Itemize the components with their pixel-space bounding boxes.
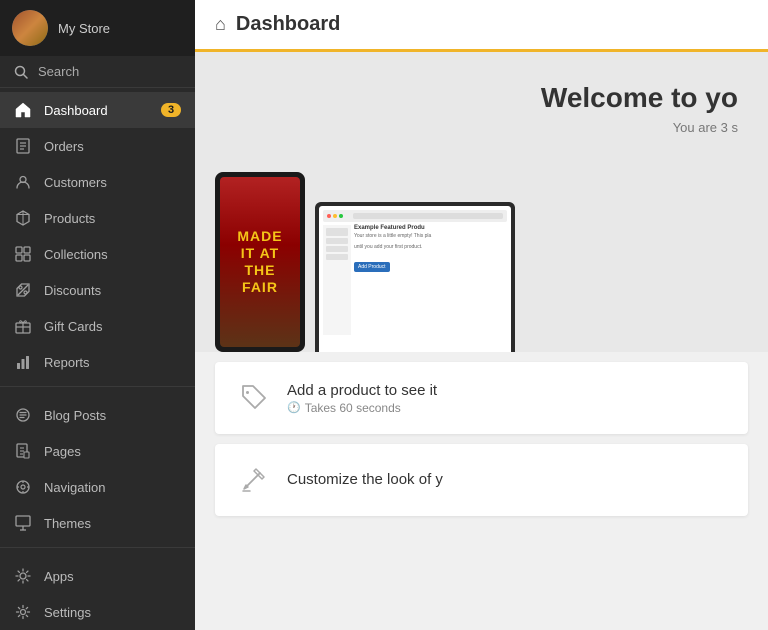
- store-name: My Store: [58, 21, 110, 36]
- sidebar-item-label-pages: Pages: [44, 444, 81, 459]
- laptop-device: Example Featured Produ Your store is a l…: [315, 202, 515, 352]
- laptop-product-title: Example Featured Produ: [354, 225, 507, 231]
- card-subtitle-add-product: Takes 60 seconds: [305, 401, 401, 415]
- laptop-screen-header: [323, 210, 507, 222]
- search-row[interactable]: Search: [0, 56, 195, 88]
- topbar-title: Dashboard: [236, 13, 340, 36]
- sidebar: My Store Search Dashboard 3: [0, 0, 195, 630]
- themes-icon: [14, 514, 32, 532]
- avatar: [12, 10, 48, 46]
- card-sub-add-product: 🕐 Takes 60 seconds: [287, 401, 728, 415]
- sidebar-item-label-blog-posts: Blog Posts: [44, 408, 106, 423]
- cards-area: Add a product to see it 🕐 Takes 60 secon…: [195, 362, 768, 526]
- sidebar-item-apps[interactable]: Apps: [0, 558, 195, 594]
- sidebar-item-label-themes: Themes: [44, 516, 91, 531]
- laptop-main-mock: Example Featured Produ Your store is a l…: [354, 225, 507, 335]
- sidebar-item-label-products: Products: [44, 211, 95, 226]
- sidebar-item-customers[interactable]: Customers: [0, 164, 195, 200]
- topbar-home-icon: ⌂: [215, 14, 226, 35]
- sidebar-item-products[interactable]: Products: [0, 200, 195, 236]
- sidebar-item-label-reports: Reports: [44, 355, 90, 370]
- card-title-add-product: Add a product to see it: [287, 382, 728, 399]
- apps-icon: [14, 567, 32, 585]
- laptop-screen: Example Featured Produ Your store is a l…: [319, 206, 511, 352]
- welcome-banner: Welcome to yo You are 3 s MADEIT ATTHEFA…: [195, 52, 768, 352]
- clock-icon-add-product: 🕐: [287, 401, 301, 414]
- card-title-customize: Customize the look of y: [287, 471, 728, 488]
- sidebar-item-themes[interactable]: Themes: [0, 505, 195, 541]
- nav-section-main: Dashboard 3 Orders C: [0, 88, 195, 380]
- sidebar-item-orders[interactable]: Orders: [0, 128, 195, 164]
- card-content-add-product: Add a product to see it 🕐 Takes 60 secon…: [287, 382, 728, 415]
- nav-section-content: Blog Posts Pages: [0, 393, 195, 541]
- customize-icon: [235, 462, 271, 498]
- orders-icon: [14, 137, 32, 155]
- sidebar-item-reports[interactable]: Reports: [0, 344, 195, 380]
- laptop-product-desc2: until you add your first product.: [354, 244, 507, 251]
- sidebar-item-pages[interactable]: Pages: [0, 433, 195, 469]
- device-container: MADEIT ATTHEFAIR: [215, 172, 515, 352]
- sidebar-item-settings[interactable]: Settings: [0, 594, 195, 630]
- nav-divider-2: [0, 547, 195, 548]
- sidebar-item-label-discounts: Discounts: [44, 283, 101, 298]
- welcome-title: Welcome to yo: [541, 82, 738, 114]
- sidebar-item-label-apps: Apps: [44, 569, 74, 584]
- sidebar-item-dashboard[interactable]: Dashboard 3: [0, 92, 195, 128]
- tag-icon: [235, 380, 271, 416]
- sidebar-item-collections[interactable]: Collections: [0, 236, 195, 272]
- search-label: Search: [38, 64, 79, 79]
- laptop-product-button: Add Product: [354, 262, 390, 272]
- welcome-subtitle: You are 3 s: [673, 120, 738, 135]
- phone-inner: MADEIT ATTHEFAIR: [220, 177, 300, 347]
- dashboard-badge: 3: [161, 103, 181, 117]
- products-icon: [14, 209, 32, 227]
- laptop-content: Example Featured Produ Your store is a l…: [323, 225, 507, 335]
- content-area: Welcome to yo You are 3 s MADEIT ATTHEFA…: [195, 52, 768, 630]
- sidebar-item-label-settings: Settings: [44, 605, 91, 620]
- action-card-add-product[interactable]: Add a product to see it 🕐 Takes 60 secon…: [215, 362, 748, 434]
- customers-icon: [14, 173, 32, 191]
- topbar: ⌂ Dashboard: [195, 0, 768, 52]
- main-content: ⌂ Dashboard Welcome to yo You are 3 s MA…: [195, 0, 768, 630]
- phone-device: MADEIT ATTHEFAIR: [215, 172, 305, 352]
- reports-icon: [14, 353, 32, 371]
- sidebar-item-discounts[interactable]: Discounts: [0, 272, 195, 308]
- sidebar-item-label-customers: Customers: [44, 175, 107, 190]
- nav-section-system: Apps Settings: [0, 554, 195, 630]
- sidebar-item-label-dashboard: Dashboard: [44, 103, 108, 118]
- navigation-icon: [14, 478, 32, 496]
- laptop-sidebar-mock: [323, 225, 351, 335]
- sidebar-item-label-orders: Orders: [44, 139, 84, 154]
- sidebar-header: My Store: [0, 0, 195, 56]
- action-card-customize[interactable]: Customize the look of y: [215, 444, 748, 516]
- search-icon: [14, 65, 28, 79]
- laptop-product-desc: Your store is a little empty! This pla: [354, 233, 507, 240]
- sidebar-item-gift-cards[interactable]: Gift Cards: [0, 308, 195, 344]
- card-content-customize: Customize the look of y: [287, 471, 728, 490]
- nav-divider-1: [0, 386, 195, 387]
- phone-screen: MADEIT ATTHEFAIR: [220, 177, 300, 347]
- settings-icon: [14, 603, 32, 621]
- collections-icon: [14, 245, 32, 263]
- sidebar-item-navigation[interactable]: Navigation: [0, 469, 195, 505]
- sidebar-item-blog-posts[interactable]: Blog Posts: [0, 397, 195, 433]
- sidebar-item-label-navigation: Navigation: [44, 480, 105, 495]
- gift-cards-icon: [14, 317, 32, 335]
- blog-posts-icon: [14, 406, 32, 424]
- sidebar-item-label-gift-cards: Gift Cards: [44, 319, 103, 334]
- sidebar-item-label-collections: Collections: [44, 247, 108, 262]
- discounts-icon: [14, 281, 32, 299]
- home-icon: [14, 101, 32, 119]
- pages-icon: [14, 442, 32, 460]
